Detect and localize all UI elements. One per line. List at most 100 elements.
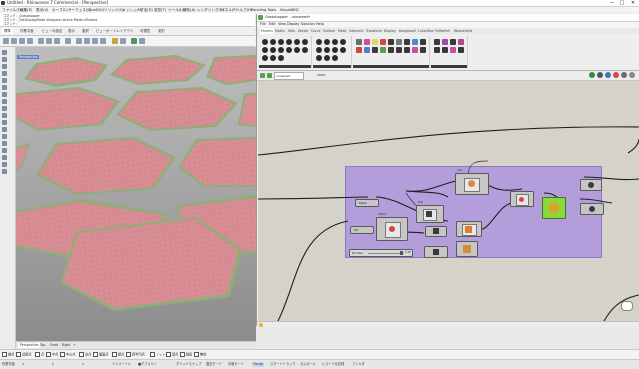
gradient-icon[interactable]: [364, 39, 370, 45]
gh-tab-surface[interactable]: Surface: [323, 28, 335, 34]
construct-component[interactable]: [456, 221, 482, 237]
osnap-perpendicular[interactable]: 垂直点: [93, 352, 109, 358]
tab-set-view[interactable]: ビューの設定: [40, 28, 64, 34]
tab-cplanes[interactable]: 作業平面: [18, 28, 36, 34]
brep-param-icon[interactable]: [278, 47, 284, 53]
data-dam-icon[interactable]: [442, 39, 448, 45]
bezier-icon[interactable]: [404, 47, 410, 53]
mesh-icon[interactable]: [2, 120, 7, 125]
digit-scroller-icon[interactable]: [396, 47, 402, 53]
gh-tab-maths[interactable]: Maths: [275, 28, 285, 34]
colour-param-icon[interactable]: [316, 47, 322, 53]
preview-selected-icon[interactable]: [613, 72, 619, 78]
status-record-history[interactable]: ヒストリを記録: [322, 362, 344, 367]
scribble-icon[interactable]: [442, 47, 448, 53]
osnap-vertex[interactable]: 頂点: [166, 352, 178, 358]
circle-param-icon[interactable]: [278, 39, 284, 45]
osnap-intersection[interactable]: 交点: [79, 352, 91, 358]
osnap-quad[interactable]: 四半円点: [126, 352, 145, 358]
osnap-tangent[interactable]: 接点: [112, 352, 124, 358]
galapagos-icon[interactable]: [458, 39, 464, 45]
panel-icon[interactable]: [372, 39, 378, 45]
gh-tab-transform[interactable]: Transform: [366, 28, 382, 34]
copy-icon[interactable]: [46, 38, 52, 44]
md-slider-icon[interactable]: [420, 39, 426, 45]
box-icon[interactable]: [2, 113, 7, 118]
circle-icon[interactable]: [2, 78, 7, 83]
rectangle-icon[interactable]: [2, 92, 7, 97]
flip-component[interactable]: [425, 226, 447, 237]
mesh-join-component[interactable]: [510, 191, 534, 207]
status-osnap[interactable]: Osnap: [252, 362, 265, 367]
expression-component[interactable]: [424, 246, 448, 258]
srf-param-node[interactable]: Srf: [350, 226, 374, 234]
gh-tab-intersect[interactable]: Intersect: [349, 28, 363, 34]
zoom-extents-icon[interactable]: [100, 38, 106, 44]
group-param-icon[interactable]: [262, 55, 268, 61]
gh-tab-sets[interactable]: Sets: [288, 28, 295, 34]
number-param-icon[interactable]: [332, 39, 338, 45]
gh-tab-lunchbox[interactable]: LunchBox: [418, 28, 433, 34]
preview-sphere-icon[interactable]: [589, 72, 595, 78]
command-prompt[interactable]: コマンド:: [3, 21, 17, 26]
trim-icon[interactable]: [2, 141, 7, 146]
timer-icon[interactable]: [458, 47, 464, 53]
boolean-param-icon[interactable]: [316, 39, 322, 45]
viewport-tab-perspective[interactable]: Perspective: [18, 343, 41, 348]
cluster-icon[interactable]: [434, 39, 440, 45]
status-filter[interactable]: フィルタ: [352, 362, 365, 367]
fillet-icon[interactable]: [2, 134, 7, 139]
tab-standard[interactable]: 標準: [2, 28, 13, 34]
mesh-param-node[interactable]: Mesh: [355, 199, 379, 207]
integer-param-icon[interactable]: [324, 39, 330, 45]
undo-icon[interactable]: [65, 38, 71, 44]
grasshopper-canvas[interactable]: Mesh Srf Offset Extr Loft Number 0.25: [258, 81, 639, 321]
line-param-icon[interactable]: [302, 39, 308, 45]
status-planar[interactable]: 平面モード: [228, 362, 244, 367]
array-icon[interactable]: [2, 169, 7, 174]
gh-menu-help[interactable]: Help: [316, 22, 324, 27]
gh-save-icon[interactable]: [260, 72, 265, 78]
colour-picker-icon[interactable]: [356, 47, 362, 53]
print-icon[interactable]: [27, 38, 33, 44]
cut-icon[interactable]: [38, 38, 44, 44]
curve-icon[interactable]: [2, 71, 7, 76]
tab-display[interactable]: 表示: [66, 28, 77, 34]
geometry-param-icon[interactable]: [302, 47, 308, 53]
matrix-param-icon[interactable]: [332, 47, 338, 53]
gh-menu-solution[interactable]: Solution: [301, 22, 315, 27]
menu-visualarq[interactable]: VisualARQ: [280, 7, 299, 13]
tab-select[interactable]: 選択: [80, 28, 91, 34]
open-file-icon[interactable]: [11, 38, 17, 44]
osnap-disable[interactable]: 無効: [194, 352, 206, 358]
close-icon[interactable]: ✕: [628, 0, 638, 6]
guid-param-icon[interactable]: [332, 55, 338, 61]
box-param-icon[interactable]: [294, 47, 300, 53]
clock-icon[interactable]: [372, 47, 378, 53]
viewport-tab-right[interactable]: Right: [62, 343, 70, 348]
status-gumball[interactable]: ガムボール: [300, 362, 316, 367]
viewport-tab-front[interactable]: Front: [50, 343, 58, 348]
render-icon[interactable]: [131, 38, 137, 44]
gh-tab-params[interactable]: Params: [260, 28, 274, 34]
loft-component[interactable]: Loft: [455, 169, 489, 195]
osnap-center[interactable]: 中心点: [60, 352, 76, 358]
import-icon[interactable]: [388, 47, 394, 53]
text-param-icon[interactable]: [340, 39, 346, 45]
dimension-icon[interactable]: [2, 162, 7, 167]
minimize-icon[interactable]: —: [607, 0, 617, 6]
file-path-param-icon[interactable]: [324, 55, 330, 61]
toggle-icon[interactable]: [388, 39, 394, 45]
image-sampler-icon[interactable]: [380, 47, 386, 53]
data-recorder-icon[interactable]: [450, 47, 456, 53]
vector-param-icon[interactable]: [270, 39, 276, 45]
extrude-component[interactable]: Extr: [416, 201, 444, 223]
move-icon[interactable]: [2, 148, 7, 153]
status-ortho[interactable]: 直交モード: [206, 362, 222, 367]
surface-param-icon[interactable]: [270, 47, 276, 53]
select-icon[interactable]: [2, 50, 7, 55]
colour-wheel-icon[interactable]: [412, 47, 418, 53]
number-slider[interactable]: Number 0.25: [349, 249, 413, 257]
gh-tab-display[interactable]: Display: [384, 28, 396, 34]
gh-menu-file[interactable]: File: [260, 22, 266, 27]
